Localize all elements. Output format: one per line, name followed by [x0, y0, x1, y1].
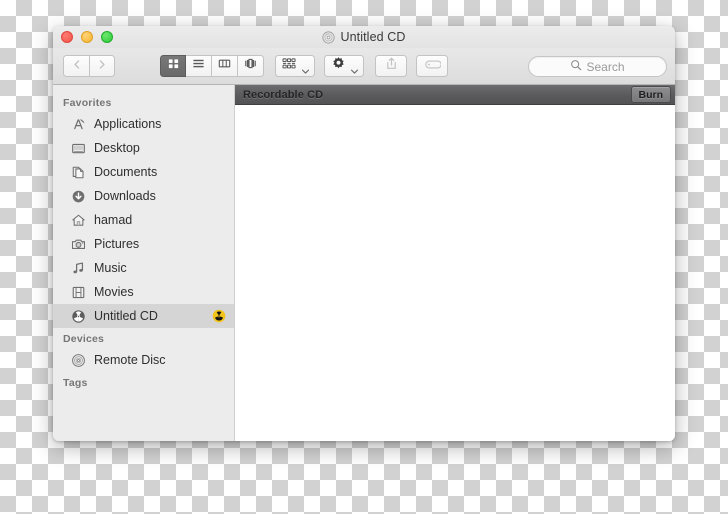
sidebar-item-home[interactable]: hamad [53, 208, 234, 232]
column-view-icon [218, 57, 231, 75]
applications-icon [70, 116, 86, 132]
sidebar-item-label: Pictures [94, 237, 140, 251]
chevron-down-icon [350, 62, 359, 74]
sidebar-item-untitled-cd[interactable]: Untitled CD [53, 304, 234, 328]
sidebar-section-tags-header: Tags [63, 377, 88, 389]
search-placeholder: Search [586, 59, 625, 74]
navigation-buttons [63, 55, 115, 77]
sidebar-item-downloads[interactable]: Downloads [53, 184, 234, 208]
chevron-right-icon [98, 57, 106, 75]
sidebar-section-devices-header: Devices [63, 333, 105, 345]
sidebar-item-label: Documents [94, 165, 158, 179]
music-icon [70, 260, 86, 276]
share-icon [385, 56, 398, 76]
arrange-button[interactable] [275, 55, 315, 77]
finder-window: Untitled CD Search Favorites Application… [53, 26, 675, 441]
sidebar-item-applications[interactable]: Applications [53, 112, 234, 136]
pictures-icon [70, 236, 86, 252]
window-body: Favorites Applications Desktop Documents… [53, 85, 675, 441]
sidebar-item-label: hamad [94, 213, 133, 227]
list-view-icon [192, 57, 205, 75]
desktop-icon [70, 140, 86, 156]
window-title-area: Untitled CD [53, 29, 675, 45]
coverflow-view-button[interactable] [238, 55, 264, 77]
search-icon [570, 58, 582, 76]
sidebar-item-label: Desktop [94, 141, 140, 155]
sidebar: Favorites Applications Desktop Documents… [53, 85, 235, 441]
recordable-cd-label: Recordable CD [243, 88, 324, 101]
downloads-icon [70, 188, 86, 204]
icon-view-button[interactable] [160, 55, 186, 77]
search-input[interactable]: Search [528, 56, 667, 77]
grid-view-icon [167, 57, 180, 75]
documents-icon [70, 164, 86, 180]
sidebar-item-music[interactable]: Music [53, 256, 234, 280]
page-title: Untitled CD [340, 30, 406, 44]
sidebar-item-label: Downloads [94, 189, 156, 203]
recordable-cd-bar: Recordable CD Burn [235, 85, 675, 105]
burn-badge-icon[interactable] [212, 309, 226, 323]
movies-icon [70, 284, 86, 300]
home-icon [70, 212, 86, 228]
sidebar-item-label: Applications [94, 117, 162, 131]
sidebar-section-favorites-header: Favorites [63, 97, 112, 109]
sidebar-item-label: Music [94, 261, 127, 275]
view-mode-segmented-control [160, 55, 264, 77]
sidebar-item-documents[interactable]: Documents [53, 160, 234, 184]
tags-button[interactable] [416, 55, 448, 77]
burn-button[interactable]: Burn [630, 86, 671, 103]
chevron-left-icon [73, 57, 81, 75]
sidebar-item-label: Remote Disc [94, 353, 166, 367]
sidebar-item-desktop[interactable]: Desktop [53, 136, 234, 160]
forward-button[interactable] [89, 55, 115, 77]
column-view-button[interactable] [212, 55, 238, 77]
tag-icon [424, 57, 442, 75]
share-button[interactable] [375, 55, 407, 77]
remote-disc-icon [70, 352, 86, 368]
list-view-button[interactable] [186, 55, 212, 77]
window-titlebar[interactable]: Untitled CD [53, 26, 675, 48]
sidebar-item-remote-disc[interactable]: Remote Disc [53, 348, 234, 372]
sidebar-item-movies[interactable]: Movies [53, 280, 234, 304]
coverflow-view-icon [244, 57, 257, 75]
back-button[interactable] [63, 55, 89, 77]
window-toolbar: Search [53, 48, 675, 85]
file-list-area[interactable] [235, 105, 675, 441]
sidebar-item-label: Untitled CD [94, 309, 158, 323]
burn-disc-icon [70, 308, 86, 324]
gear-icon [331, 56, 346, 76]
cd-disc-icon [322, 30, 336, 44]
chevron-down-icon [301, 62, 310, 74]
arrange-icon [282, 57, 297, 75]
sidebar-item-pictures[interactable]: Pictures [53, 232, 234, 256]
content-area: Recordable CD Burn [235, 85, 675, 441]
sidebar-item-label: Movies [94, 285, 134, 299]
action-menu-button[interactable] [324, 55, 364, 77]
